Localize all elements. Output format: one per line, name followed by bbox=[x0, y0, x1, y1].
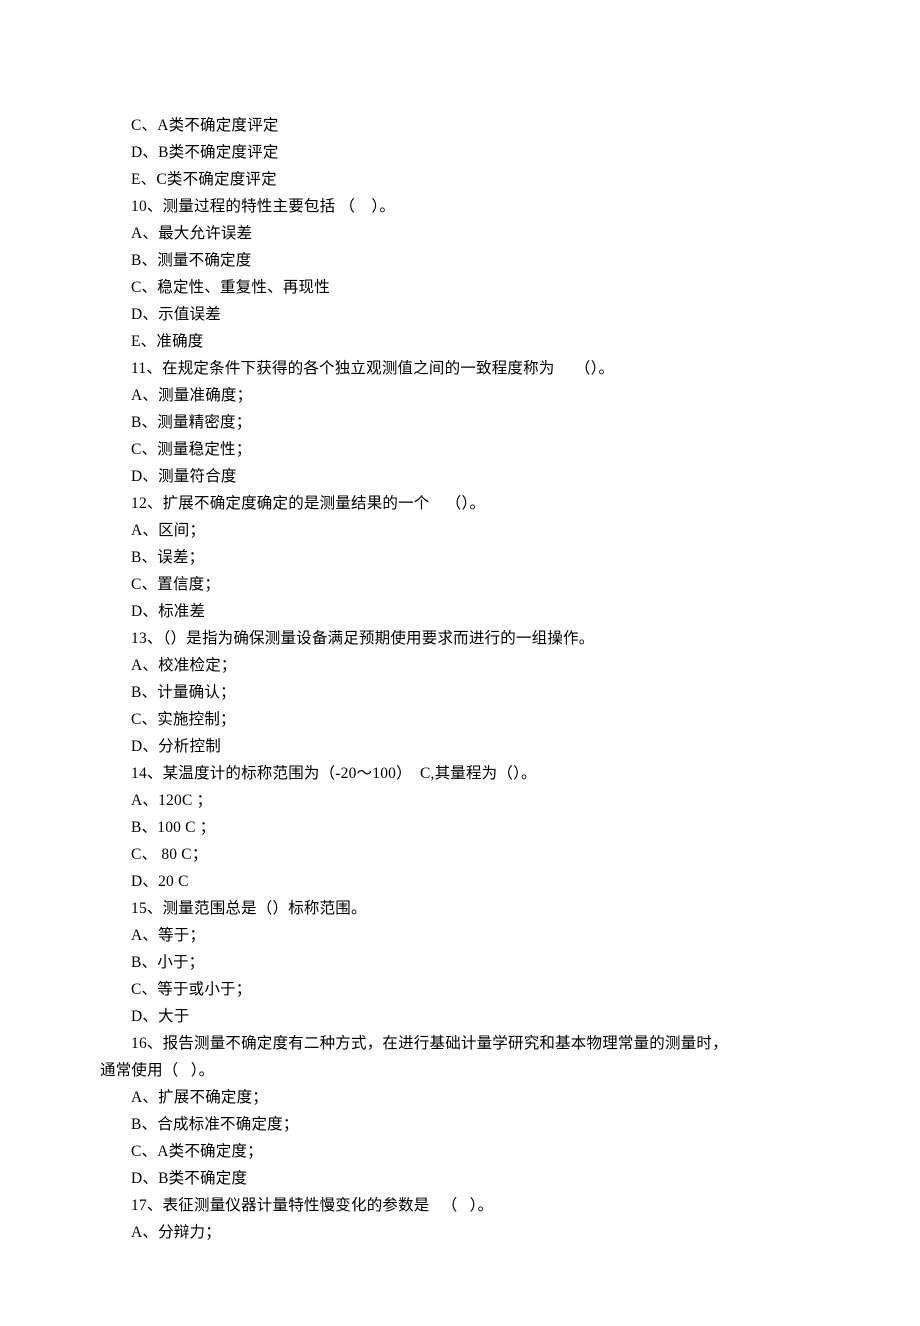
text-line: A、扩展不确定度； bbox=[100, 1084, 820, 1111]
text-line: D、标准差 bbox=[100, 598, 820, 625]
text-line: 通常使用（ ）。 bbox=[100, 1057, 820, 1084]
text-line: D、20 C bbox=[100, 868, 820, 895]
text-line: A、分辩力； bbox=[100, 1219, 820, 1246]
text-line: B、小于； bbox=[100, 949, 820, 976]
text-line: C、A类不确定度； bbox=[100, 1138, 820, 1165]
text-line: B、误差； bbox=[100, 544, 820, 571]
text-line: B、合成标准不确定度； bbox=[100, 1111, 820, 1138]
text-line: D、示值误差 bbox=[100, 301, 820, 328]
text-line: A、区间； bbox=[100, 517, 820, 544]
text-line: D、分析控制 bbox=[100, 733, 820, 760]
text-line: B、100 C ； bbox=[100, 814, 820, 841]
text-line: 12、扩展不确定度确定的是测量结果的一个 （）。 bbox=[100, 490, 820, 517]
text-line: 14、某温度计的标称范围为（-20～100） C,其量程为（）。 bbox=[100, 760, 820, 787]
text-line: 16、报告测量不确定度有二种方式，在进行基础计量学研究和基本物理常量的测量时， bbox=[100, 1030, 820, 1057]
document-page: C、A类不确定度评定D、B类不确定度评定E、C类不确定度评定10、测量过程的特性… bbox=[0, 0, 920, 1326]
text-line: A、等于； bbox=[100, 922, 820, 949]
text-line: E、准确度 bbox=[100, 328, 820, 355]
text-line: D、B类不确定度评定 bbox=[100, 139, 820, 166]
text-line: 15、测量范围总是（）标称范围。 bbox=[100, 895, 820, 922]
text-line: A、最大允许误差 bbox=[100, 220, 820, 247]
text-line: A、校准检定； bbox=[100, 652, 820, 679]
text-line: C、稳定性、重复性、再现性 bbox=[100, 274, 820, 301]
text-line: 10、测量过程的特性主要包括 （ ）。 bbox=[100, 193, 820, 220]
text-line: C、等于或小于； bbox=[100, 976, 820, 1003]
text-line: 13、（）是指为确保测量设备满足预期使用要求而进行的一组操作。 bbox=[100, 625, 820, 652]
text-line: 11、在规定条件下获得的各个独立观测值之间的一致程度称为 （）。 bbox=[100, 355, 820, 382]
text-line: D、测量符合度 bbox=[100, 463, 820, 490]
text-line: C、A类不确定度评定 bbox=[100, 112, 820, 139]
text-line: B、测量精密度； bbox=[100, 409, 820, 436]
text-line: B、测量不确定度 bbox=[100, 247, 820, 274]
text-line: D、大于 bbox=[100, 1003, 820, 1030]
text-line: A、测量准确度； bbox=[100, 382, 820, 409]
text-line: C、置信度； bbox=[100, 571, 820, 598]
text-line: B、计量确认； bbox=[100, 679, 820, 706]
text-line: C、实施控制； bbox=[100, 706, 820, 733]
text-line: E、C类不确定度评定 bbox=[100, 166, 820, 193]
text-line: C、 80 C； bbox=[100, 841, 820, 868]
text-line: A、120C ； bbox=[100, 787, 820, 814]
text-line: 17、表征测量仪器计量特性慢变化的参数是 （ ）。 bbox=[100, 1192, 820, 1219]
text-line: C、测量稳定性； bbox=[100, 436, 820, 463]
text-line: D、B类不确定度 bbox=[100, 1165, 820, 1192]
